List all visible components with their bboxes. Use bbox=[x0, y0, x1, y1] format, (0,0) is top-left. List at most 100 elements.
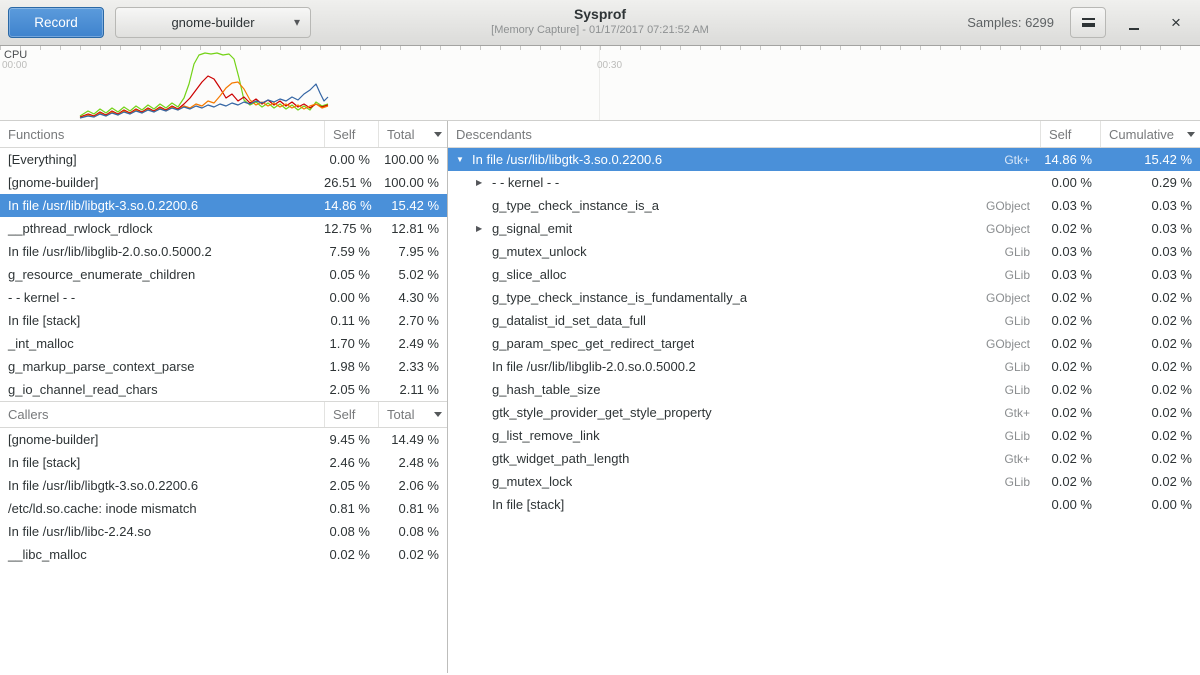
descendants-row[interactable]: g_mutex_unlockGLib0.03 %0.03 % bbox=[448, 240, 1200, 263]
descendants-self-column-header[interactable]: Self bbox=[1040, 121, 1100, 147]
descendant-name-cell: g_type_check_instance_is_aGObject bbox=[448, 198, 1040, 213]
tree-expander-icon[interactable]: ▶ bbox=[476, 178, 492, 187]
descendant-name-cell: g_hash_table_sizeGLib bbox=[448, 382, 1040, 397]
functions-column-header[interactable]: Functions bbox=[0, 121, 324, 147]
row-category-label: GObject bbox=[978, 291, 1040, 305]
row-category-label: GLib bbox=[997, 268, 1040, 282]
process-selector[interactable]: gnome-builder ▾ bbox=[115, 7, 311, 38]
row-total-pct: 2.11 % bbox=[378, 382, 447, 397]
row-total-pct: 2.49 % bbox=[378, 336, 447, 351]
functions-row[interactable]: [gnome-builder]26.51 %100.00 % bbox=[0, 171, 447, 194]
row-function-name: In file /usr/lib/libgtk-3.so.0.2200.6 bbox=[0, 478, 324, 493]
functions-total-column-header[interactable]: Total bbox=[378, 121, 447, 147]
row-cumulative-pct: 0.03 % bbox=[1100, 221, 1200, 236]
row-total-pct: 12.81 % bbox=[378, 221, 447, 236]
callers-total-column-header[interactable]: Total bbox=[378, 402, 447, 427]
menu-button[interactable] bbox=[1070, 7, 1106, 38]
row-function-name: gtk_widget_path_length bbox=[492, 451, 629, 466]
row-self-pct: 1.70 % bbox=[324, 336, 378, 351]
row-function-name: g_datalist_id_set_data_full bbox=[492, 313, 646, 328]
row-function-name: [Everything] bbox=[0, 152, 324, 167]
tree-expander-icon[interactable]: ▶ bbox=[476, 224, 492, 233]
row-self-pct: 14.86 % bbox=[1040, 152, 1100, 167]
functions-row[interactable]: __pthread_rwlock_rdlock12.75 %12.81 % bbox=[0, 217, 447, 240]
descendants-row[interactable]: g_type_check_instance_is_aGObject0.03 %0… bbox=[448, 194, 1200, 217]
row-self-pct: 0.00 % bbox=[1040, 497, 1100, 512]
callers-self-column-header[interactable]: Self bbox=[324, 402, 378, 427]
descendants-row[interactable]: g_param_spec_get_redirect_targetGObject0… bbox=[448, 332, 1200, 355]
cpu-series-orange bbox=[80, 82, 328, 118]
functions-row[interactable]: - - kernel - -0.00 %4.30 % bbox=[0, 286, 447, 309]
row-function-name: g_signal_emit bbox=[492, 221, 572, 236]
row-category-label: Gtk+ bbox=[996, 153, 1040, 167]
minimize-button[interactable] bbox=[1120, 7, 1148, 38]
descendants-row[interactable]: g_slice_allocGLib0.03 %0.03 % bbox=[448, 263, 1200, 286]
descendants-row[interactable]: g_type_check_instance_is_fundamentally_a… bbox=[448, 286, 1200, 309]
row-self-pct: 2.46 % bbox=[324, 455, 378, 470]
functions-row[interactable]: In file /usr/lib/libgtk-3.so.0.2200.614.… bbox=[0, 194, 447, 217]
row-function-name: g_mutex_unlock bbox=[492, 244, 587, 259]
descendants-row[interactable]: In file [stack]0.00 %0.00 % bbox=[448, 493, 1200, 516]
row-self-pct: 12.75 % bbox=[324, 221, 378, 236]
sysprof-window: Record gnome-builder ▾ Sysprof [Memory C… bbox=[0, 0, 1200, 675]
descendants-row[interactable]: g_hash_table_sizeGLib0.02 %0.02 % bbox=[448, 378, 1200, 401]
functions-row[interactable]: [Everything]0.00 %100.00 % bbox=[0, 148, 447, 171]
cpu-series-blue bbox=[80, 84, 328, 118]
callers-rows: [gnome-builder]9.45 %14.49 %In file [sta… bbox=[0, 428, 447, 566]
row-total-pct: 14.49 % bbox=[378, 432, 447, 447]
descendant-name-cell: g_datalist_id_set_data_fullGLib bbox=[448, 313, 1040, 328]
hamburger-icon bbox=[1082, 18, 1095, 27]
row-self-pct: 0.02 % bbox=[1040, 359, 1100, 374]
descendants-row[interactable]: gtk_widget_path_lengthGtk+0.02 %0.02 % bbox=[448, 447, 1200, 470]
row-total-pct: 2.33 % bbox=[378, 359, 447, 374]
descendants-cumulative-column-header[interactable]: Cumulative bbox=[1100, 121, 1200, 147]
row-function-name: In file [stack] bbox=[0, 455, 324, 470]
tree-expander-icon[interactable]: ▼ bbox=[456, 155, 472, 164]
functions-row[interactable]: g_io_channel_read_chars2.05 %2.11 % bbox=[0, 378, 447, 401]
functions-row[interactable]: g_resource_enumerate_children0.05 %5.02 … bbox=[0, 263, 447, 286]
row-self-pct: 0.02 % bbox=[324, 547, 378, 562]
descendant-name-cell: g_slice_allocGLib bbox=[448, 267, 1040, 282]
functions-row[interactable]: In file /usr/lib/libglib-2.0.so.0.5000.2… bbox=[0, 240, 447, 263]
record-button[interactable]: Record bbox=[8, 7, 104, 38]
row-self-pct: 0.02 % bbox=[1040, 405, 1100, 420]
descendants-column-header[interactable]: Descendants bbox=[448, 121, 1040, 147]
callers-row[interactable]: In file /usr/lib/libgtk-3.so.0.2200.62.0… bbox=[0, 474, 447, 497]
callers-row[interactable]: In file [stack]2.46 %2.48 % bbox=[0, 451, 447, 474]
descendants-row[interactable]: ▶- - kernel - -0.00 %0.29 % bbox=[448, 171, 1200, 194]
descendants-row[interactable]: g_datalist_id_set_data_fullGLib0.02 %0.0… bbox=[448, 309, 1200, 332]
callers-row[interactable]: /etc/ld.so.cache: inode mismatch0.81 %0.… bbox=[0, 497, 447, 520]
row-function-name: g_mutex_lock bbox=[492, 474, 572, 489]
row-category-label: GObject bbox=[978, 337, 1040, 351]
close-button[interactable]: × bbox=[1162, 7, 1190, 38]
descendants-row[interactable]: ▶g_signal_emitGObject0.02 %0.03 % bbox=[448, 217, 1200, 240]
process-selector-label: gnome-builder bbox=[171, 15, 254, 30]
row-function-name: __libc_malloc bbox=[0, 547, 324, 562]
cpu-graph-panel[interactable]: CPU 00:00 00:30 bbox=[0, 46, 1200, 121]
row-function-name: g_hash_table_size bbox=[492, 382, 600, 397]
descendants-rows: ▼In file /usr/lib/libgtk-3.so.0.2200.6 Gt… bbox=[448, 148, 1200, 516]
row-cumulative-pct: 0.03 % bbox=[1100, 198, 1200, 213]
row-self-pct: 0.02 % bbox=[1040, 336, 1100, 351]
cpu-lines bbox=[0, 46, 1200, 121]
functions-row[interactable]: _int_malloc1.70 %2.49 % bbox=[0, 332, 447, 355]
sort-indicator-icon bbox=[434, 412, 442, 417]
callers-row[interactable]: __libc_malloc0.02 %0.02 % bbox=[0, 543, 447, 566]
row-category-label: GLib bbox=[997, 245, 1040, 259]
functions-row[interactable]: In file [stack]0.11 %2.70 % bbox=[0, 309, 447, 332]
functions-self-column-header[interactable]: Self bbox=[324, 121, 378, 147]
functions-row[interactable]: g_markup_parse_context_parse1.98 %2.33 % bbox=[0, 355, 447, 378]
callers-row[interactable]: [gnome-builder]9.45 %14.49 % bbox=[0, 428, 447, 451]
descendants-row[interactable]: g_mutex_lockGLib0.02 %0.02 % bbox=[448, 470, 1200, 493]
callers-row[interactable]: In file /usr/lib/libc-2.24.so0.08 %0.08 … bbox=[0, 520, 447, 543]
row-function-name: In file /usr/lib/libc-2.24.so bbox=[0, 524, 324, 539]
callers-column-header[interactable]: Callers bbox=[0, 402, 324, 427]
chevron-down-icon: ▾ bbox=[294, 15, 300, 29]
descendants-row[interactable]: ▼In file /usr/lib/libgtk-3.so.0.2200.6 Gt… bbox=[448, 148, 1200, 171]
descendants-row[interactable]: g_list_remove_linkGLib0.02 %0.02 % bbox=[448, 424, 1200, 447]
descendants-row[interactable]: gtk_style_provider_get_style_propertyGtk… bbox=[448, 401, 1200, 424]
titlebar-titles: Sysprof [Memory Capture] - 01/17/2017 07… bbox=[491, 6, 709, 36]
row-function-name: In file /usr/lib/libgtk-3.so.0.2200.6 bbox=[472, 152, 662, 167]
row-function-name: g_list_remove_link bbox=[492, 428, 600, 443]
descendants-row[interactable]: In file /usr/lib/libglib-2.0.so.0.5000.2… bbox=[448, 355, 1200, 378]
